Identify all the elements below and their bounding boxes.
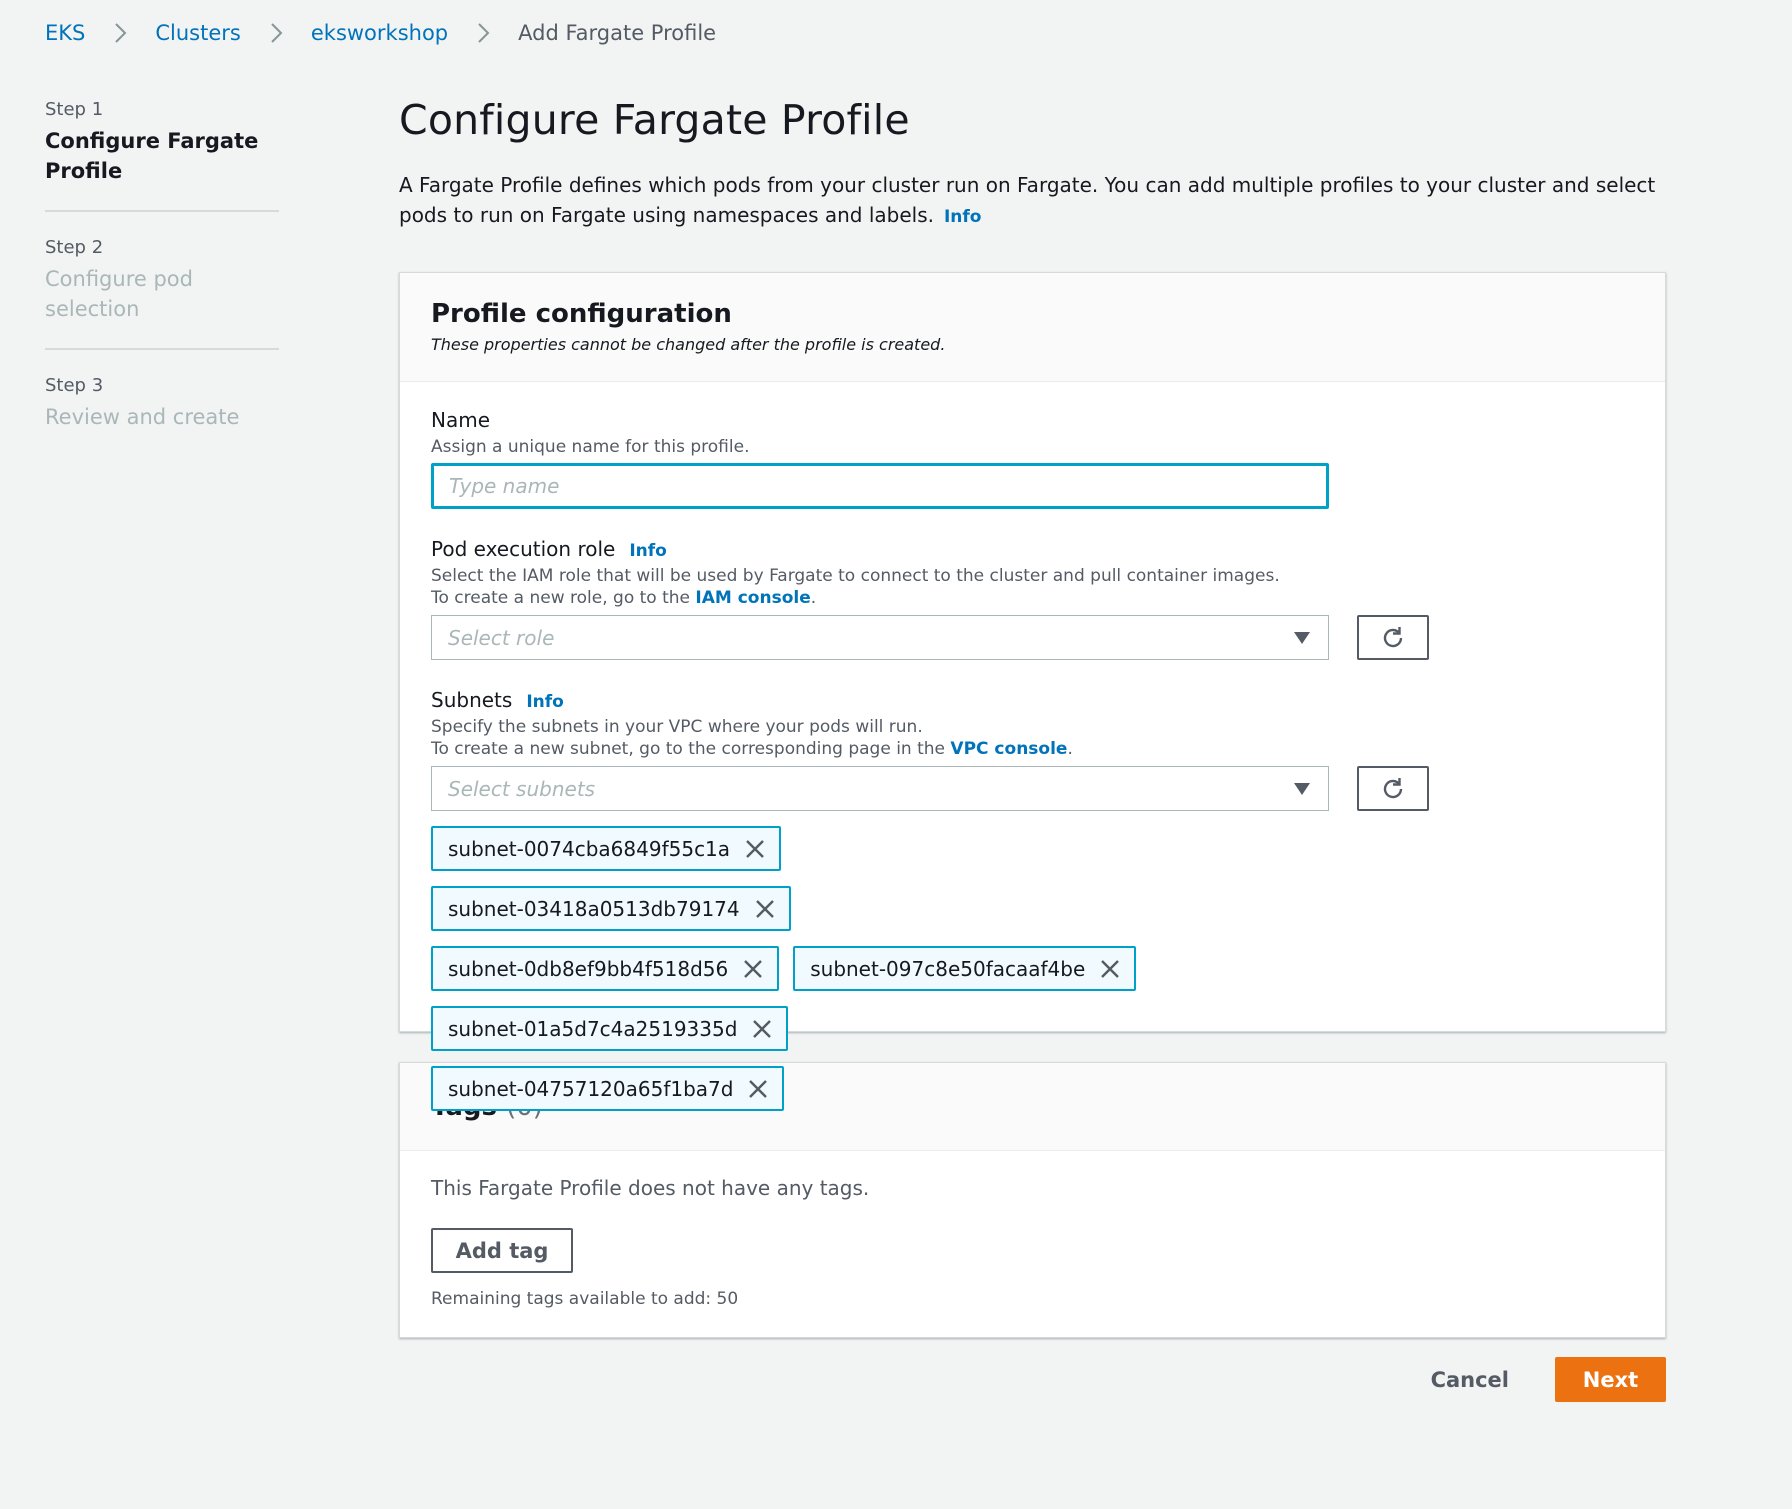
chevron-right-icon [478,23,490,43]
remaining-tags-text: Remaining tags available to add: 50 [431,1289,739,1309]
wizard-step-2: Step 2 Configure pod selection [45,236,279,350]
subnets-description-period: . [1067,739,1073,759]
close-icon[interactable] [742,958,764,980]
subnet-token: subnet-0074cba6849f55c1a [431,826,782,871]
subnet-token: subnet-0db8ef9bb4f518d56 [431,946,780,991]
selected-subnets: subnet-0074cba6849f55c1a subnet-03418a05… [431,826,1151,1126]
cancel-button[interactable]: Cancel [1431,1368,1509,1392]
role-description: Select the IAM role that will be used by… [431,565,1634,609]
role-description-line1: Select the IAM role that will be used by… [431,566,1280,586]
caret-down-icon [1294,783,1310,795]
subnet-token-label: subnet-0db8ef9bb4f518d56 [448,956,729,981]
subnet-token: subnet-01a5d7c4a2519335d [431,1006,789,1051]
breadcrumb-clusters[interactable]: Clusters [155,21,240,45]
subnets-description-line1: Specify the subnets in your VPC where yo… [431,717,923,737]
subnets-select-placeholder: Select subnets [448,776,596,801]
subnets-label: Subnets Info [431,688,1634,712]
page-description-text: A Fargate Profile defines which pods fro… [399,173,1656,227]
close-icon[interactable] [754,898,776,920]
iam-console-link[interactable]: IAM console [695,588,810,608]
name-label: Name [431,408,491,432]
role-select-placeholder: Select role [448,625,555,650]
vpc-console-link[interactable]: VPC console [950,739,1067,759]
subnet-token-label: subnet-097c8e50facaaf4be [810,956,1086,981]
subnet-token-label: subnet-03418a0513db79174 [448,896,740,921]
caret-down-icon [1294,632,1310,644]
wizard-steps: Step 1 Configure Fargate Profile Step 2 … [45,98,279,480]
step-title: Configure Fargate Profile [45,129,259,183]
next-button[interactable]: Next [1555,1357,1666,1402]
subnet-token-label: subnet-0074cba6849f55c1a [448,836,731,861]
add-tag-button[interactable]: Add tag [431,1228,573,1273]
refresh-icon [1383,777,1403,798]
subnets-field: Subnets Info Specify the subnets in your … [431,688,1634,1126]
wizard-step-3: Step 3 Review and create [45,374,279,456]
main-content: Configure Fargate Profile A Fargate Prof… [399,96,1666,1402]
close-icon[interactable] [1099,958,1121,980]
breadcrumb-cluster-name[interactable]: eksworkshop [311,21,448,45]
step-number: Step 2 [45,237,104,258]
page-description: A Fargate Profile defines which pods fro… [399,170,1659,232]
subnets-label-text: Subnets [431,688,513,712]
subnets-select[interactable]: Select subnets [431,766,1329,811]
refresh-icon [1383,626,1403,647]
breadcrumb-current: Add Fargate Profile [518,21,717,45]
close-icon[interactable] [744,838,766,860]
panel-subtitle: These properties cannot be changed after… [431,335,946,354]
role-select-row: Select role [431,615,1634,660]
name-description: Assign a unique name for this profile. [431,437,750,457]
refresh-roles-button[interactable] [1357,615,1429,660]
chevron-right-icon [115,23,127,43]
breadcrumb: EKS Clusters eksworkshop Add Fargate Pro… [45,20,716,46]
panel-title: Profile configuration [431,299,732,329]
subnet-token: subnet-04757120a65f1ba7d [431,1066,785,1111]
panel-body: This Fargate Profile does not have any t… [400,1176,1665,1309]
wizard-actions: Cancel Next [1431,1357,1666,1402]
subnets-info-link[interactable]: Info [526,692,564,712]
step-title: Review and create [45,405,240,429]
pod-execution-role-label: Pod execution role Info [431,537,1634,561]
subnet-token: subnet-03418a0513db79174 [431,886,791,931]
subnet-token-label: subnet-04757120a65f1ba7d [448,1076,734,1101]
role-description-line2: To create a new role, go to the IAM cons… [431,587,1634,609]
role-info-link[interactable]: Info [629,541,667,561]
step-title: Configure pod selection [45,267,193,321]
role-select[interactable]: Select role [431,615,1329,660]
subnets-description-line2-text: To create a new subnet, go to the corres… [431,739,951,759]
panel-body: Name Assign a unique name for this profi… [400,408,1665,1126]
panel-header: Profile configuration These properties c… [400,273,1665,382]
subnets-description-line2: To create a new subnet, go to the corres… [431,738,1634,760]
subnet-token-label: subnet-01a5d7c4a2519335d [448,1016,738,1041]
subnets-description: Specify the subnets in your VPC where yo… [431,716,1634,760]
role-description-line2-text: To create a new role, go to the [431,588,696,608]
close-icon[interactable] [747,1078,769,1100]
pod-execution-role-field: Pod execution role Info Select the IAM ro… [431,537,1634,660]
close-icon[interactable] [751,1018,773,1040]
name-field: Name Assign a unique name for this profi… [431,408,1634,509]
info-link[interactable]: Info [944,207,982,227]
profile-configuration-panel: Profile configuration These properties c… [399,272,1666,1111]
step-number: Step 1 [45,99,104,120]
wizard-step-1: Step 1 Configure Fargate Profile [45,98,279,212]
tags-empty-message: This Fargate Profile does not have any t… [431,1176,870,1200]
subnet-token: subnet-097c8e50facaaf4be [793,946,1137,991]
name-input[interactable] [431,463,1329,509]
step-number: Step 3 [45,375,104,396]
pod-execution-role-label-text: Pod execution role [431,537,616,561]
breadcrumb-eks[interactable]: EKS [45,21,85,45]
subnets-select-row: Select subnets [431,766,1634,811]
role-description-period: . [810,588,817,608]
refresh-subnets-button[interactable] [1357,766,1429,811]
chevron-right-icon [271,23,283,43]
page-title: Configure Fargate Profile [399,96,910,144]
